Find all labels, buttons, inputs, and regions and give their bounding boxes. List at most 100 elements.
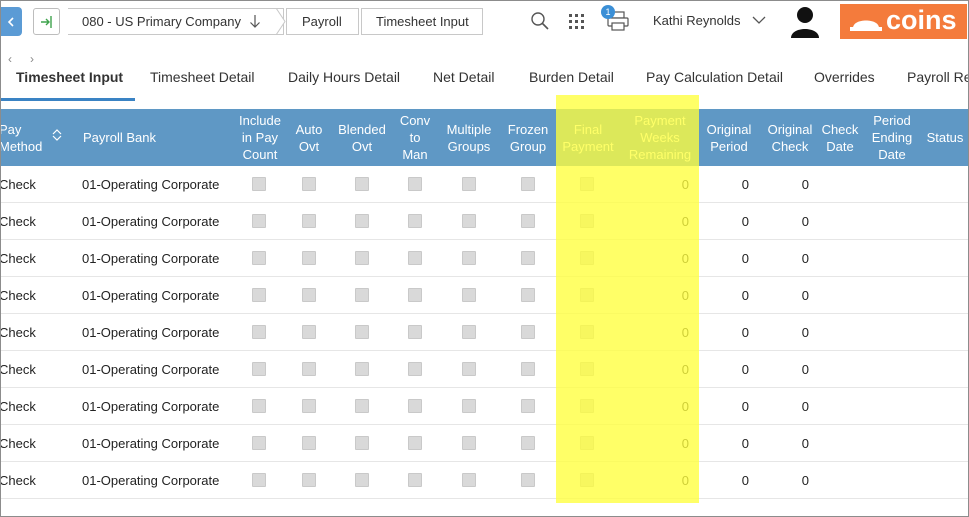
- auto-ovt-checkbox[interactable]: [302, 399, 316, 413]
- tab-net-detail[interactable]: Net Detail: [433, 69, 494, 85]
- conv-to-man-checkbox[interactable]: [408, 251, 422, 265]
- blended-ovt-checkbox[interactable]: [355, 436, 369, 450]
- col-multiple-groups[interactable]: Multiple Groups: [441, 109, 497, 166]
- blended-ovt-checkbox[interactable]: [355, 473, 369, 487]
- final-payment-checkbox[interactable]: [580, 325, 594, 339]
- frozen-group-checkbox[interactable]: [521, 399, 535, 413]
- final-payment-checkbox[interactable]: [580, 214, 594, 228]
- final-payment-checkbox[interactable]: [580, 436, 594, 450]
- include-pay-count-checkbox[interactable]: [252, 325, 266, 339]
- col-period-ending-date[interactable]: Period Ending Date: [867, 109, 917, 166]
- multiple-groups-checkbox[interactable]: [462, 399, 476, 413]
- include-pay-count-checkbox[interactable]: [252, 288, 266, 302]
- table-row[interactable]: Check 01-Operating Corporate 0 0 0: [1, 203, 968, 240]
- conv-to-man-checkbox[interactable]: [408, 177, 422, 191]
- table-row[interactable]: Check 01-Operating Corporate 0 0 0: [1, 277, 968, 314]
- apps-grid-icon[interactable]: [568, 13, 585, 30]
- back-button[interactable]: [1, 7, 22, 36]
- auto-ovt-checkbox[interactable]: [302, 177, 316, 191]
- include-pay-count-checkbox[interactable]: [252, 436, 266, 450]
- frozen-group-checkbox[interactable]: [521, 362, 535, 376]
- table-row[interactable]: Check 01-Operating Corporate 0 0 0: [1, 462, 968, 499]
- frozen-group-checkbox[interactable]: [521, 177, 535, 191]
- table-row[interactable]: Check 01-Operating Corporate 0 0 0: [1, 240, 968, 277]
- col-conv-to-man[interactable]: Conv to Man: [397, 109, 433, 166]
- table-row[interactable]: Check 01-Operating Corporate 0 0 0: [1, 166, 968, 203]
- blended-ovt-checkbox[interactable]: [355, 251, 369, 265]
- include-pay-count-checkbox[interactable]: [252, 473, 266, 487]
- frozen-group-checkbox[interactable]: [521, 288, 535, 302]
- auto-ovt-checkbox[interactable]: [302, 214, 316, 228]
- table-row[interactable]: Check 01-Operating Corporate 0 0 0: [1, 314, 968, 351]
- conv-to-man-checkbox[interactable]: [408, 214, 422, 228]
- chevron-down-icon[interactable]: [752, 15, 766, 25]
- search-icon[interactable]: [530, 11, 550, 31]
- breadcrumb-timesheet-input[interactable]: Timesheet Input: [361, 8, 483, 35]
- tab-payroll-re[interactable]: Payroll Re: [907, 69, 968, 85]
- auto-ovt-checkbox[interactable]: [302, 325, 316, 339]
- tab-timesheet-detail[interactable]: Timesheet Detail: [150, 69, 255, 85]
- tab-scroll-left-icon[interactable]: ‹: [8, 52, 12, 66]
- blended-ovt-checkbox[interactable]: [355, 288, 369, 302]
- table-row[interactable]: Check 01-Operating Corporate 0 0 0: [1, 351, 968, 388]
- blended-ovt-checkbox[interactable]: [355, 399, 369, 413]
- blended-ovt-checkbox[interactable]: [355, 214, 369, 228]
- include-pay-count-checkbox[interactable]: [252, 177, 266, 191]
- auto-ovt-checkbox[interactable]: [302, 436, 316, 450]
- user-name[interactable]: Kathi Reynolds: [653, 13, 740, 28]
- multiple-groups-checkbox[interactable]: [462, 325, 476, 339]
- col-auto-ovt[interactable]: Auto Ovt: [289, 109, 329, 166]
- multiple-groups-checkbox[interactable]: [462, 473, 476, 487]
- multiple-groups-checkbox[interactable]: [462, 214, 476, 228]
- notification-badge[interactable]: 1: [601, 5, 615, 19]
- frozen-group-checkbox[interactable]: [521, 473, 535, 487]
- multiple-groups-checkbox[interactable]: [462, 362, 476, 376]
- home-button[interactable]: [33, 8, 60, 35]
- tab-pay-calculation-detail[interactable]: Pay Calculation Detail: [646, 69, 783, 85]
- frozen-group-checkbox[interactable]: [521, 251, 535, 265]
- final-payment-checkbox[interactable]: [580, 362, 594, 376]
- multiple-groups-checkbox[interactable]: [462, 288, 476, 302]
- final-payment-checkbox[interactable]: [580, 399, 594, 413]
- col-status[interactable]: Status: [923, 109, 967, 166]
- multiple-groups-checkbox[interactable]: [462, 177, 476, 191]
- col-payroll-bank[interactable]: Payroll Bank: [83, 109, 223, 166]
- tab-burden-detail[interactable]: Burden Detail: [529, 69, 614, 85]
- frozen-group-checkbox[interactable]: [521, 214, 535, 228]
- final-payment-checkbox[interactable]: [580, 251, 594, 265]
- frozen-group-checkbox[interactable]: [521, 436, 535, 450]
- conv-to-man-checkbox[interactable]: [408, 399, 422, 413]
- conv-to-man-checkbox[interactable]: [408, 362, 422, 376]
- final-payment-checkbox[interactable]: [580, 177, 594, 191]
- auto-ovt-checkbox[interactable]: [302, 473, 316, 487]
- tab-timesheet-input[interactable]: Timesheet Input: [16, 69, 123, 85]
- tab-scroll-right-icon[interactable]: ›: [30, 52, 34, 66]
- col-original-check[interactable]: Original Check: [760, 109, 820, 166]
- user-avatar-icon[interactable]: [788, 4, 822, 38]
- auto-ovt-checkbox[interactable]: [302, 251, 316, 265]
- col-blended-ovt[interactable]: Blended Ovt: [334, 109, 390, 166]
- conv-to-man-checkbox[interactable]: [408, 436, 422, 450]
- company-selector[interactable]: 080 - US Primary Company: [68, 8, 284, 35]
- col-original-period[interactable]: Original Period: [700, 109, 758, 166]
- col-pay-method[interactable]: Pay Method: [1, 109, 49, 166]
- col-include-pay-count[interactable]: Include in Pay Count: [235, 109, 285, 166]
- col-check-date[interactable]: Check Date: [819, 109, 861, 166]
- include-pay-count-checkbox[interactable]: [252, 214, 266, 228]
- multiple-groups-checkbox[interactable]: [462, 436, 476, 450]
- col-payment-weeks-remaining[interactable]: Payment Weeks Remaining: [625, 109, 695, 166]
- conv-to-man-checkbox[interactable]: [408, 288, 422, 302]
- include-pay-count-checkbox[interactable]: [252, 251, 266, 265]
- auto-ovt-checkbox[interactable]: [302, 362, 316, 376]
- final-payment-checkbox[interactable]: [580, 473, 594, 487]
- table-row[interactable]: Check 01-Operating Corporate 0 0 0: [1, 388, 968, 425]
- blended-ovt-checkbox[interactable]: [355, 177, 369, 191]
- blended-ovt-checkbox[interactable]: [355, 325, 369, 339]
- include-pay-count-checkbox[interactable]: [252, 362, 266, 376]
- include-pay-count-checkbox[interactable]: [252, 399, 266, 413]
- breadcrumb-payroll[interactable]: Payroll: [286, 8, 359, 35]
- tab-daily-hours-detail[interactable]: Daily Hours Detail: [288, 69, 400, 85]
- final-payment-checkbox[interactable]: [580, 288, 594, 302]
- auto-ovt-checkbox[interactable]: [302, 288, 316, 302]
- frozen-group-checkbox[interactable]: [521, 325, 535, 339]
